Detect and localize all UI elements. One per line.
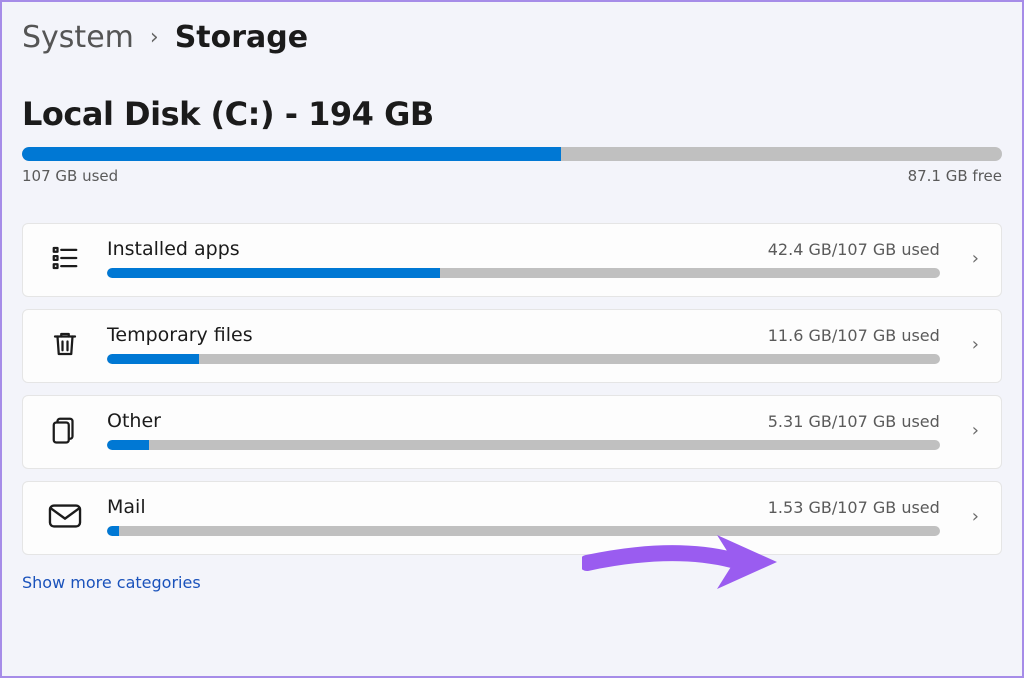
chevron-right-icon: ›: [972, 334, 979, 355]
storage-row-apps[interactable]: Installed apps 42.4 GB/107 GB used ›: [22, 223, 1002, 297]
disk-title: Local Disk (C:) - 194 GB: [22, 95, 1002, 133]
storage-row-trash[interactable]: Temporary files 11.6 GB/107 GB used ›: [22, 309, 1002, 383]
storage-row-name: Mail: [107, 496, 146, 518]
storage-row-bar: [107, 526, 940, 536]
storage-row-usage: 11.6 GB/107 GB used: [768, 326, 940, 345]
show-more-link[interactable]: Show more categories: [22, 573, 201, 592]
storage-row-body: Other 5.31 GB/107 GB used: [107, 410, 940, 450]
disk-stats: 107 GB used 87.1 GB free: [22, 167, 1002, 185]
chevron-right-icon: ›: [972, 420, 979, 441]
chevron-right-icon: ›: [972, 248, 979, 269]
chevron-right-icon: ›: [150, 25, 159, 50]
disk-free-label: 87.1 GB free: [908, 167, 1002, 185]
storage-row-mail[interactable]: Mail 1.53 GB/107 GB used ›: [22, 481, 1002, 555]
storage-row-fill: [107, 440, 149, 450]
storage-row-usage: 42.4 GB/107 GB used: [768, 240, 940, 259]
breadcrumb-parent[interactable]: System: [22, 20, 134, 55]
trash-icon: [45, 324, 85, 364]
storage-row-bar: [107, 268, 940, 278]
storage-row-bar: [107, 354, 940, 364]
storage-row-body: Installed apps 42.4 GB/107 GB used: [107, 238, 940, 278]
storage-row-usage: 5.31 GB/107 GB used: [768, 412, 940, 431]
chevron-right-icon: ›: [972, 506, 979, 527]
storage-category-list: Installed apps42.4 GB/107 GB used›Tempor…: [22, 223, 1002, 555]
apps-icon: [45, 238, 85, 278]
other-icon: [45, 410, 85, 450]
storage-row-name: Other: [107, 410, 161, 432]
storage-row-body: Temporary files 11.6 GB/107 GB used: [107, 324, 940, 364]
storage-row-name: Installed apps: [107, 238, 240, 260]
storage-row-name: Temporary files: [107, 324, 253, 346]
storage-row-bar: [107, 440, 940, 450]
disk-usage-fill: [22, 147, 561, 161]
storage-row-fill: [107, 354, 199, 364]
breadcrumb-current: Storage: [175, 20, 308, 55]
storage-row-body: Mail 1.53 GB/107 GB used: [107, 496, 940, 536]
storage-row-fill: [107, 526, 119, 536]
storage-row-fill: [107, 268, 440, 278]
disk-usage-bar: [22, 147, 1002, 161]
mail-icon: [45, 496, 85, 536]
disk-used-label: 107 GB used: [22, 167, 118, 185]
storage-row-other[interactable]: Other 5.31 GB/107 GB used ›: [22, 395, 1002, 469]
breadcrumb: System › Storage: [22, 20, 1002, 55]
storage-row-usage: 1.53 GB/107 GB used: [768, 498, 940, 517]
